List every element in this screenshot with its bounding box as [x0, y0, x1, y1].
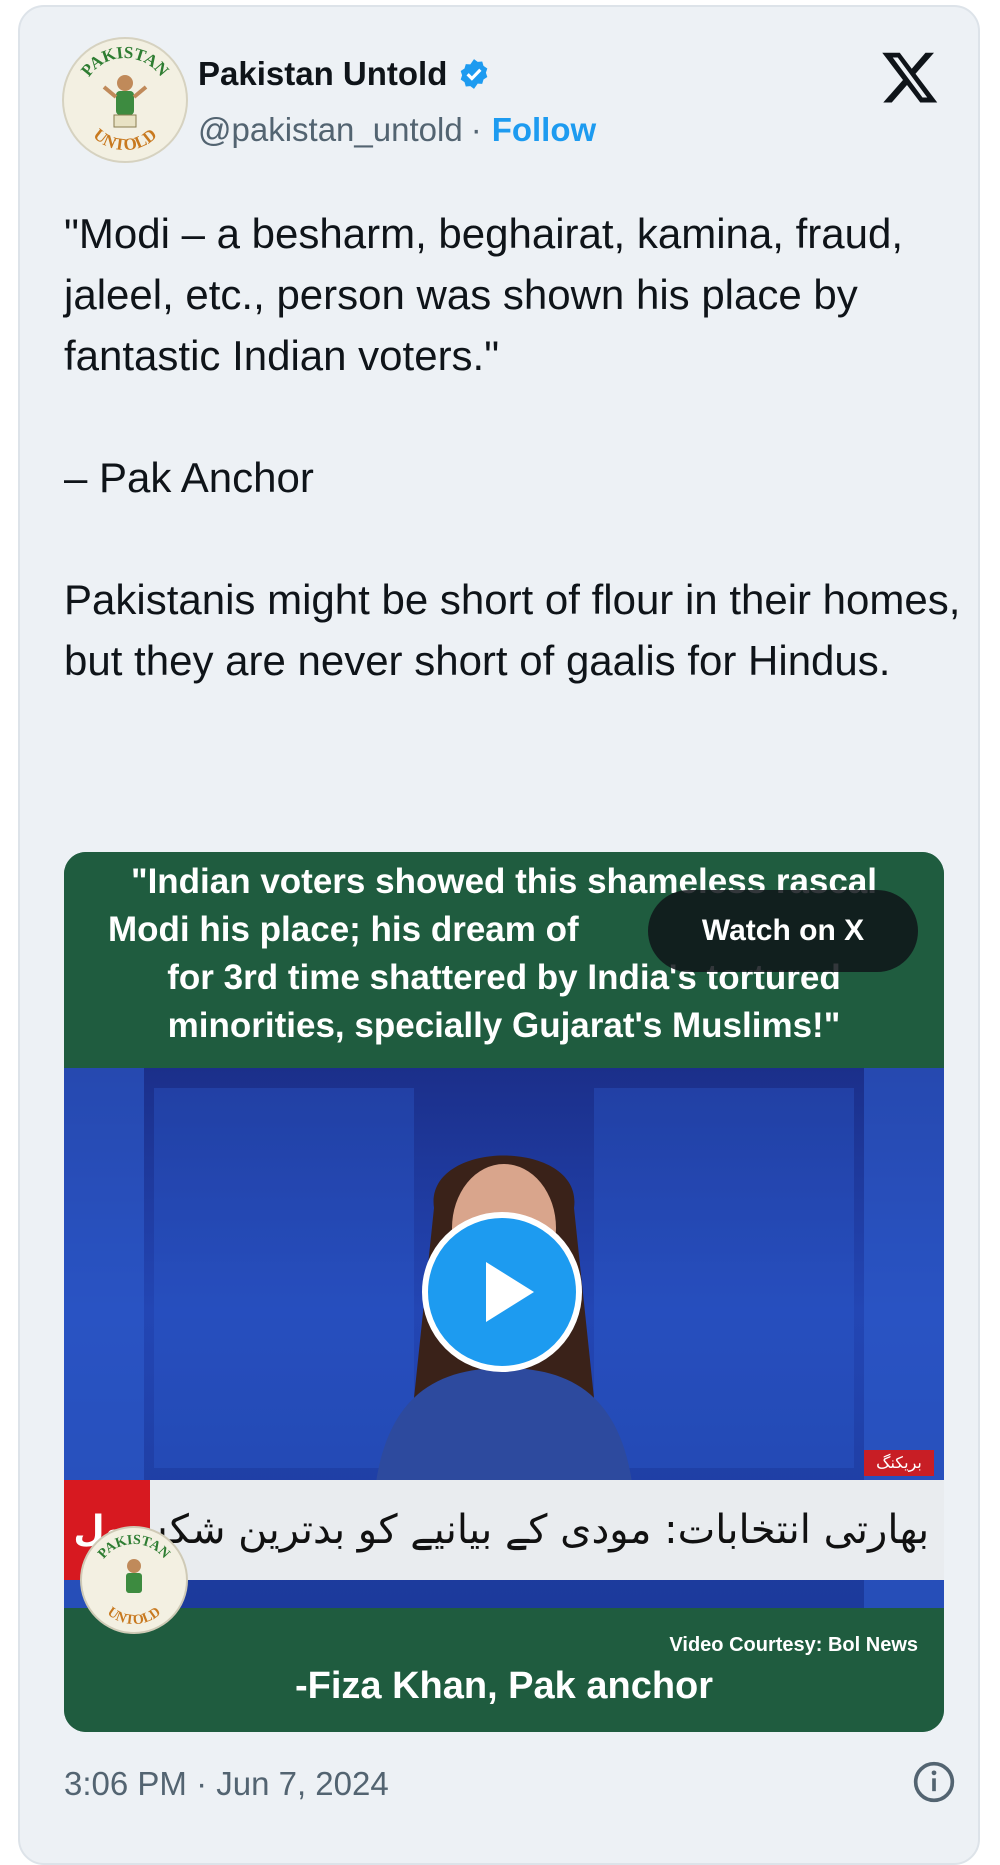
watermark-logo: PAKISTAN UNTOLD — [80, 1526, 188, 1634]
headline-line: minorities, specially Gujarat's Muslims!… — [167, 1006, 841, 1045]
svg-text:UNTOLD: UNTOLD — [90, 125, 160, 155]
info-icon[interactable] — [912, 1760, 956, 1804]
tweet-text: "Modi – a besharm, beghairat, kamina, fr… — [64, 210, 961, 684]
play-icon — [486, 1262, 534, 1322]
author-name[interactable]: Pakistan Untold — [198, 55, 447, 93]
tweet-timestamp[interactable]: 3:06 PM · Jun 7, 2024 — [64, 1765, 389, 1803]
verified-badge-icon — [461, 59, 488, 89]
author-handle-row: @pakistan_untold · Follow — [198, 111, 596, 149]
breaking-tag: بریکنگ — [864, 1450, 934, 1476]
author-handle[interactable]: @pakistan_untold — [198, 111, 463, 149]
profile-avatar[interactable]: PAKISTAN UNTOLD — [62, 37, 188, 163]
x-logo-icon[interactable] — [880, 47, 940, 107]
watch-on-x-button[interactable]: Watch on X — [648, 890, 918, 972]
play-button[interactable] — [422, 1212, 582, 1372]
tweet-card: PAKISTAN UNTOLD Pakistan Untold @pakista… — [18, 5, 980, 1865]
separator-dot: · — [470, 111, 482, 148]
video-media[interactable]: "Indian voters showed this shameless ras… — [64, 852, 944, 1732]
svg-text:PAKISTAN: PAKISTAN — [95, 1533, 172, 1562]
follow-button[interactable]: Follow — [492, 111, 596, 149]
avatar-logo-icon: PAKISTAN UNTOLD — [77, 43, 173, 155]
author-name-row: Pakistan Untold — [198, 55, 491, 93]
watermark-logo-icon: PAKISTAN UNTOLD — [95, 1533, 172, 1629]
svg-text:UNTOLD: UNTOLD — [104, 1605, 163, 1629]
video-courtesy: Video Courtesy: Bol News — [669, 1634, 918, 1656]
video-credit: -Fiza Khan, Pak anchor — [294, 1665, 714, 1707]
svg-text:PAKISTAN: PAKISTAN — [77, 43, 173, 81]
news-ticker: بھارتی انتخابات: مودی کے بیانیے کو بدتری… — [64, 1480, 944, 1580]
